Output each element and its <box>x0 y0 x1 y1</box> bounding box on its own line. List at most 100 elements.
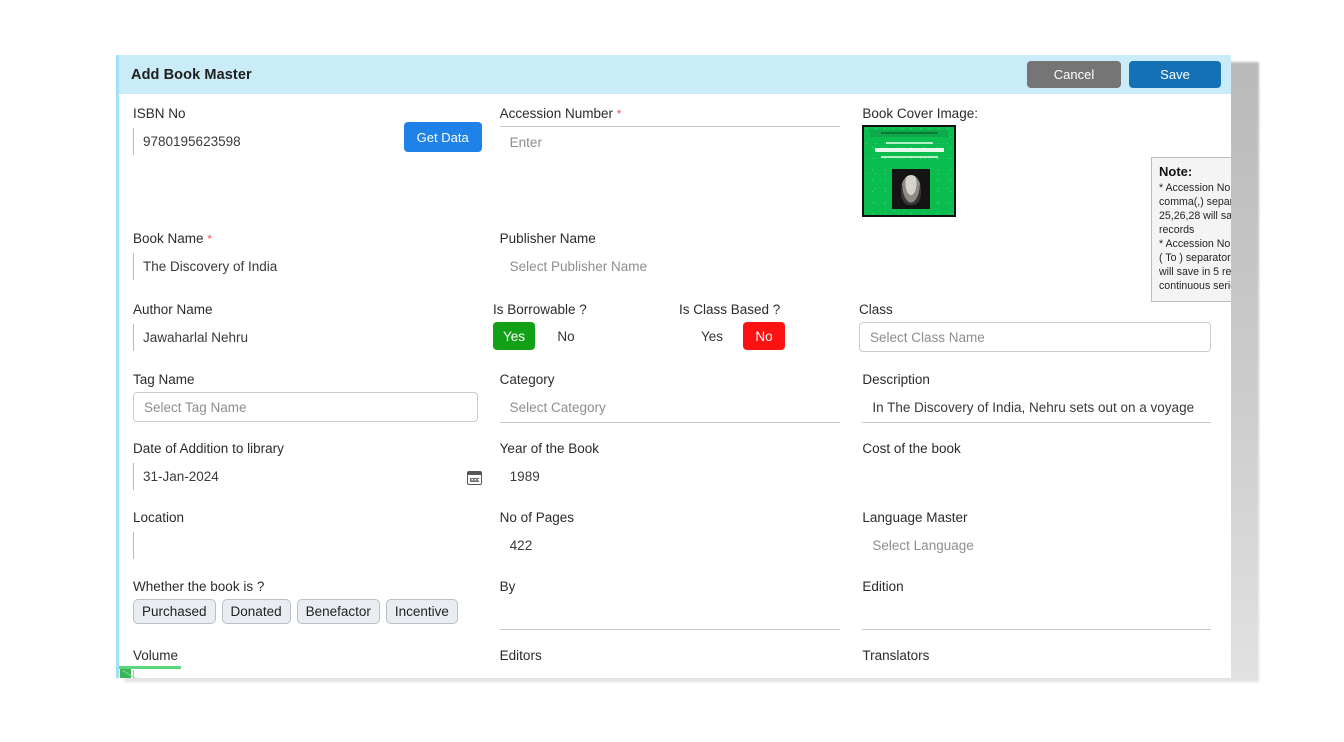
form-row-4: Tag Name Select Tag Name Category Select… <box>133 372 1217 423</box>
field-by: By <box>500 579 863 630</box>
class-placeholder: Select Class Name <box>870 330 985 345</box>
book-source-options: Purchased Donated Benefactor Incentive <box>133 599 478 624</box>
year-of-book-label: Year of the Book <box>500 441 841 456</box>
author-name-input[interactable]: Jawaharlal Nehru <box>133 322 471 353</box>
field-is-class-based: Is Class Based ? Yes No <box>679 302 859 353</box>
field-location: Location <box>133 510 500 561</box>
green-cursor-icon <box>119 666 139 678</box>
language-master-placeholder: Select Language <box>872 538 973 553</box>
field-author-name: Author Name Jawaharlal Nehru <box>133 302 493 353</box>
cover-top-band <box>870 130 948 137</box>
save-button[interactable]: Save <box>1129 61 1221 88</box>
form-row-7: Whether the book is ? Purchased Donated … <box>133 579 1217 630</box>
book-cover-thumbnail[interactable] <box>862 125 956 217</box>
no-of-pages-label: No of Pages <box>500 510 841 525</box>
description-value: In The Discovery of India, Nehru sets ou… <box>872 400 1194 415</box>
book-source-purchased-button[interactable]: Purchased <box>133 599 216 624</box>
edition-input[interactable] <box>862 599 1211 630</box>
volume-input[interactable] <box>133 668 478 678</box>
publisher-name-label: Publisher Name <box>500 231 841 246</box>
year-of-book-input[interactable]: 1989 <box>500 461 841 492</box>
location-label: Location <box>133 510 478 525</box>
tag-name-select[interactable]: Select Tag Name <box>133 392 478 422</box>
form-row-6: Location No of Pages 422 Language Master… <box>133 510 1217 561</box>
translators-label: Translators <box>862 648 1211 663</box>
date-of-addition-label: Date of Addition to library <box>133 441 478 456</box>
is-class-based-no-button[interactable]: No <box>743 322 785 350</box>
book-source-label: Whether the book is ? <box>133 579 478 594</box>
is-borrowable-no-button[interactable]: No <box>545 322 587 350</box>
location-input[interactable] <box>133 530 478 561</box>
calendar-icon[interactable] <box>467 471 482 485</box>
note-line-1: * Accession No with comma(,) separator E… <box>1159 181 1231 237</box>
field-book-source: Whether the book is ? Purchased Donated … <box>133 579 500 630</box>
note-line-2: * Accession No with keyword ( To ) separ… <box>1159 237 1231 293</box>
field-editors: Editors <box>500 648 863 678</box>
category-label: Category <box>500 372 841 387</box>
no-of-pages-value: 422 <box>510 538 533 553</box>
date-of-addition-value: 31-Jan-2024 <box>143 469 219 484</box>
editors-label: Editors <box>500 648 841 663</box>
tag-name-placeholder: Select Tag Name <box>144 400 247 415</box>
language-master-select[interactable]: Select Language <box>862 530 1211 561</box>
author-name-label: Author Name <box>133 302 471 317</box>
tag-name-label: Tag Name <box>133 372 478 387</box>
date-of-addition-input[interactable]: 31-Jan-2024 <box>133 461 478 492</box>
get-data-button[interactable]: Get Data <box>404 122 482 152</box>
isbn-value: 9780195623598 <box>143 134 241 149</box>
field-category: Category Select Category <box>500 372 863 423</box>
book-cover-image-label: Book Cover Image: <box>862 106 1211 121</box>
class-label: Class <box>859 302 1211 317</box>
class-select[interactable]: Select Class Name <box>859 322 1211 352</box>
book-source-benefactor-button[interactable]: Benefactor <box>297 599 380 624</box>
book-name-value: The Discovery of India <box>143 259 277 274</box>
category-select[interactable]: Select Category <box>500 392 841 423</box>
form-row-1: ISBN No 9780195623598 Get Data Accession… <box>133 106 1217 217</box>
form-row-5: Date of Addition to library 31-Jan-2024 … <box>133 441 1217 492</box>
field-isbn: ISBN No 9780195623598 Get Data <box>133 106 500 217</box>
field-is-borrowable: Is Borrowable ? Yes No <box>493 302 679 353</box>
field-tag-name: Tag Name Select Tag Name <box>133 372 500 423</box>
translators-input[interactable] <box>862 668 1211 678</box>
is-borrowable-label: Is Borrowable ? <box>493 302 679 317</box>
by-input[interactable] <box>500 599 841 630</box>
note-heading: Note: <box>1159 164 1231 179</box>
cancel-button[interactable]: Cancel <box>1027 61 1121 88</box>
publisher-name-select[interactable]: Select Publisher Name <box>500 251 841 282</box>
description-input[interactable]: In The Discovery of India, Nehru sets ou… <box>862 392 1211 423</box>
dialog-header: Add Book Master Cancel Save <box>119 55 1231 94</box>
category-placeholder: Select Category <box>510 400 606 415</box>
field-date-of-addition: Date of Addition to library 31-Jan-2024 <box>133 441 500 492</box>
book-name-label: Book Name * <box>133 231 478 246</box>
note-box: Note: * Accession No with comma(,) separ… <box>1151 157 1231 302</box>
accession-number-input[interactable]: Enter <box>500 126 841 157</box>
no-of-pages-input[interactable]: 422 <box>500 530 841 561</box>
by-label: By <box>500 579 841 594</box>
is-borrowable-yes-button[interactable]: Yes <box>493 322 535 350</box>
field-year-of-book: Year of the Book 1989 <box>500 441 863 492</box>
cost-of-book-label: Cost of the book <box>862 441 1211 456</box>
cover-title-line-2 <box>875 148 943 152</box>
language-master-label: Language Master <box>862 510 1211 525</box>
dialog-action-buttons: Cancel Save <box>1027 61 1221 88</box>
year-of-book-value: 1989 <box>510 469 540 484</box>
field-language-master: Language Master Select Language <box>862 510 1217 561</box>
editors-input[interactable] <box>500 668 841 678</box>
book-source-incentive-button[interactable]: Incentive <box>386 599 458 624</box>
dialog-body: ISBN No 9780195623598 Get Data Accession… <box>119 94 1231 678</box>
book-name-input[interactable]: The Discovery of India <box>133 251 478 282</box>
cost-of-book-input[interactable] <box>862 461 1211 492</box>
cover-author-portrait <box>892 169 930 209</box>
field-publisher-name: Publisher Name Select Publisher Name <box>500 231 863 282</box>
required-marker: * <box>207 232 212 246</box>
accession-number-label: Accession Number * <box>500 106 841 121</box>
toggle-group-wrapper: Is Borrowable ? Yes No Is Class Based ? … <box>493 302 859 353</box>
form-row-8: Volume Editors Translators <box>133 648 1217 678</box>
add-book-master-dialog: Add Book Master Cancel Save ISBN No 9780… <box>116 55 1231 678</box>
cover-title-line-1 <box>886 142 933 144</box>
book-source-donated-button[interactable]: Donated <box>222 599 291 624</box>
field-cost-of-book: Cost of the book <box>862 441 1217 492</box>
is-class-based-yes-button[interactable]: Yes <box>691 322 733 350</box>
field-book-name: Book Name * The Discovery of India <box>133 231 500 282</box>
edition-label: Edition <box>862 579 1211 594</box>
